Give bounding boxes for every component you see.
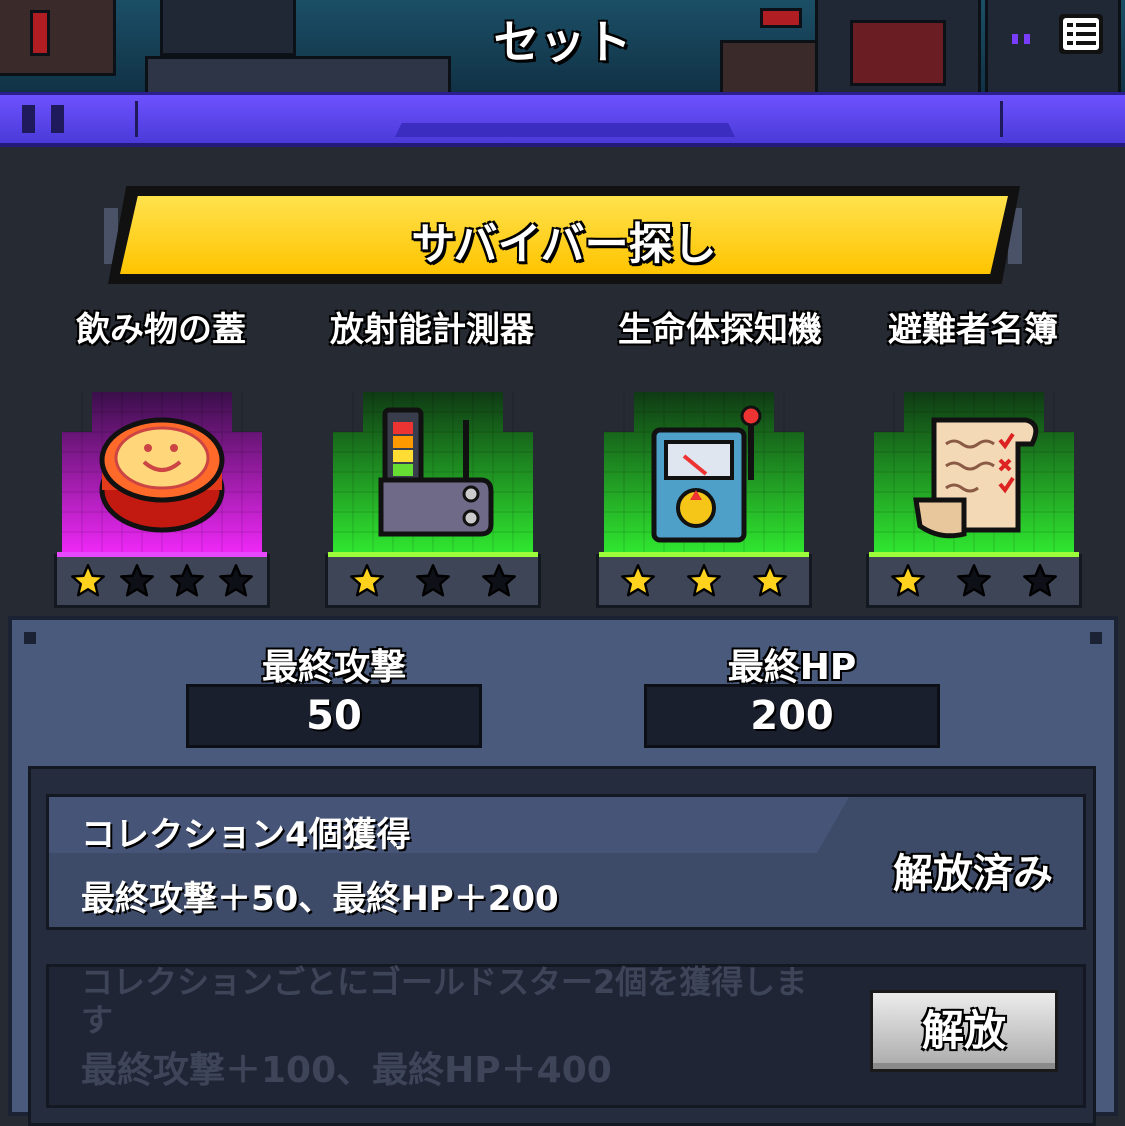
star-filled-icon [687,564,721,597]
item-name: 放射能計測器 [330,310,534,350]
rarity-line [599,552,809,557]
star-empty-icon [482,564,516,597]
unlock-button[interactable]: 解放 [870,990,1058,1072]
star-filled-icon [621,564,655,597]
item-card-radiation-meter[interactable] [325,392,541,616]
top-bar: セット [0,0,1125,92]
item-name: 生命体探知機 [618,310,822,350]
item-name: 避難者名簿 [888,310,1058,350]
star-empty-icon [219,564,254,597]
radiation-meter-icon [378,407,494,537]
rivet [1090,632,1102,644]
page-title: セット [493,15,632,69]
star-filled-icon [70,564,105,597]
bonus-title: コレクション4個獲得 [81,815,411,855]
star-empty-icon [120,564,155,597]
list-menu-icon [1059,14,1103,54]
refugee-list-icon [913,417,1039,539]
bonus-desc: 最終攻撃＋100、最終HP＋400 [81,1050,612,1091]
list-menu-button[interactable] [1057,12,1105,56]
item-card-refugee-list[interactable] [866,392,1082,616]
item-name: 飲み物の蓋 [76,310,246,350]
star-filled-icon [350,564,384,597]
final-hp-value: 200 [644,684,940,748]
star-rating [54,552,270,608]
star-filled-icon [753,564,787,597]
final-attack-label: 最終攻撃 [261,647,406,688]
star-rating [596,552,812,608]
bonus-title: コレクションごとにゴールドスター2個を獲得します [81,963,808,1039]
bottle-cap-icon [99,417,225,533]
bonus-desc: 最終攻撃＋50、最終HP＋200 [81,879,559,919]
life-detector-icon [651,405,762,543]
star-rating [325,552,541,608]
rivet [24,632,36,644]
bonus-row: コレクション4個獲得 最終攻撃＋50、最終HP＋200 解放済み [46,794,1086,930]
star-rating [866,552,1082,608]
unlocked-status: 解放済み [893,851,1053,897]
rarity-line [57,552,267,557]
star-empty-icon [169,564,204,597]
rarity-line [869,552,1079,557]
item-card-bottle-cap[interactable] [54,392,270,616]
set-name: サバイバー探し [411,219,717,270]
band-divider [135,101,138,137]
band-tab [395,123,735,137]
star-empty-icon [416,564,450,597]
star-empty-icon [957,564,991,597]
final-attack-value: 50 [186,684,482,748]
item-card-life-detector[interactable] [596,392,812,616]
star-empty-icon [1023,564,1057,597]
rarity-line [328,552,538,557]
star-filled-icon [891,564,925,597]
pause-icon [22,105,64,133]
header-band [0,92,1125,147]
band-divider [1000,101,1003,137]
final-hp-label: 最終HP [727,647,857,688]
